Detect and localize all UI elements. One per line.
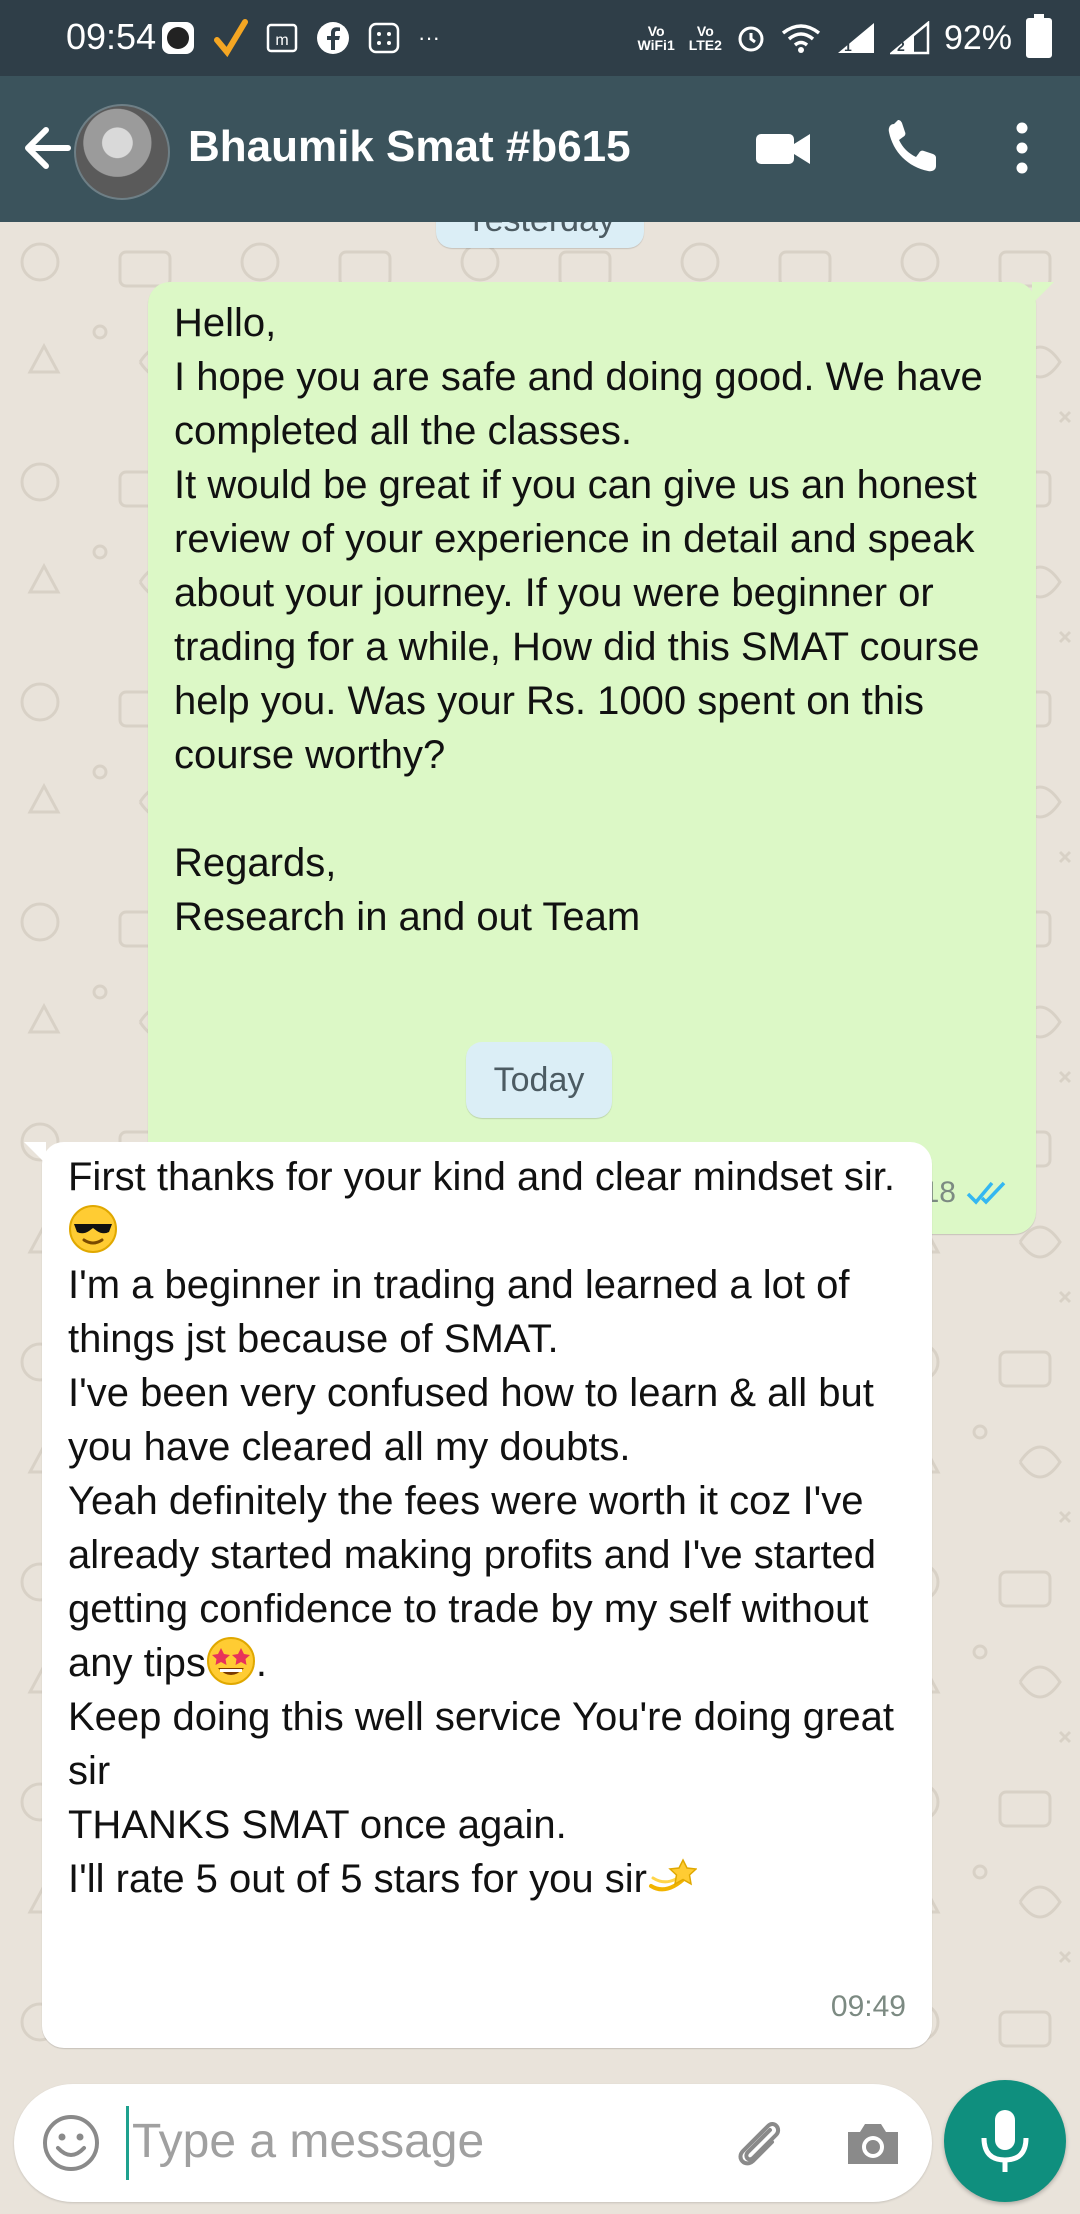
- outgoing-message-text: Hello, I hope you are safe and doing goo…: [174, 301, 983, 939]
- checkmark-icon: [214, 19, 248, 58]
- incoming-message-bubble[interactable]: First thanks for your kind and clear min…: [24, 1142, 932, 2048]
- message-time: 09:49: [830, 1990, 906, 2023]
- bubble-tail: [1032, 282, 1054, 304]
- svg-text:2: 2: [897, 38, 905, 54]
- app-notification-icon: [162, 22, 194, 54]
- date-chip-today: Today: [466, 1042, 612, 1118]
- calculator-icon: [368, 22, 400, 54]
- attach-icon[interactable]: [726, 2110, 792, 2176]
- chat-header: Bhaumik Smat #b615: [0, 76, 1080, 222]
- voice-record-button[interactable]: [944, 2080, 1066, 2202]
- avatar[interactable]: [74, 104, 170, 200]
- dizzy-star-emoji: [648, 1858, 697, 1892]
- facebook-icon: [317, 22, 349, 54]
- message-input[interactable]: Type a message: [132, 2114, 484, 2169]
- vowifi-label: Vo WiFi1: [637, 23, 675, 53]
- more-notifications-icon: ···: [418, 25, 440, 50]
- video-call-icon[interactable]: [752, 116, 816, 180]
- battery-percent: 92%: [943, 18, 1012, 57]
- bubble-tail: [24, 1142, 46, 1164]
- sunglasses-emoji: [69, 1205, 117, 1253]
- message-meta: 09:49: [831, 1980, 906, 2034]
- alarm-icon: [738, 26, 764, 52]
- star-struck-emoji: [206, 1637, 255, 1685]
- volte-label: Vo LTE2: [688, 23, 722, 53]
- message-part-1: First thanks for your kind and clear min…: [68, 1155, 895, 1199]
- message-part-2: I'm a beginner in trading and learned a …: [68, 1263, 877, 1685]
- svg-text:m: m: [275, 32, 288, 49]
- status-bar: 09:54 m ··· Vo WiFi1 Vo LTE2 1 2 92%: [0, 0, 1080, 76]
- more-options-icon[interactable]: [990, 116, 1054, 180]
- camera-icon[interactable]: [840, 2110, 906, 2176]
- back-arrow-icon[interactable]: [18, 118, 78, 178]
- incoming-message-text: First thanks for your kind and clear min…: [68, 1150, 918, 1906]
- status-time: 09:54: [66, 16, 157, 57]
- battery-icon: [1026, 14, 1052, 58]
- date-chip-yesterday: Yesterday: [436, 222, 644, 248]
- svg-text:1: 1: [844, 38, 852, 54]
- microphone-icon: [981, 2110, 1029, 2172]
- signal-1-icon: 1: [837, 23, 874, 54]
- system-icons: Vo WiFi1 Vo LTE2 1 2 92%: [638, 14, 1052, 62]
- read-receipt-icon: [966, 1181, 1006, 1205]
- message-input-bar: Type a message: [14, 2084, 932, 2202]
- text-caret: [126, 2106, 129, 2180]
- chat-area[interactable]: Yesterday Hello, I hope you are safe and…: [0, 222, 1080, 2082]
- signal-2-icon: 2: [889, 21, 930, 55]
- emoji-icon[interactable]: [38, 2110, 104, 2176]
- voice-call-icon[interactable]: [880, 116, 944, 180]
- contact-name[interactable]: Bhaumik Smat #b615: [188, 122, 631, 172]
- wifi-icon: [781, 24, 821, 53]
- notification-icons: m ···: [160, 18, 440, 58]
- message-app-icon: m: [266, 23, 298, 53]
